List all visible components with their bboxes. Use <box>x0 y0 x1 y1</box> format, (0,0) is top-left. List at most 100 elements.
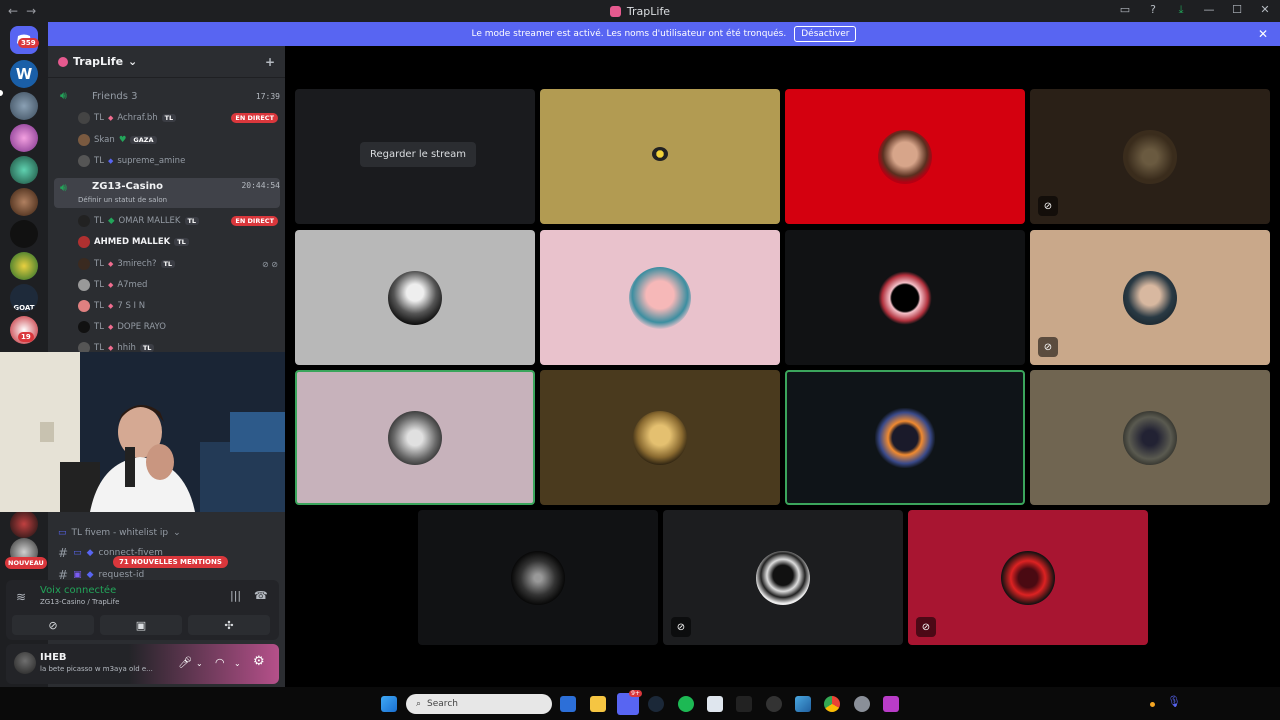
file-explorer-icon[interactable] <box>590 696 606 712</box>
stream-tile[interactable]: Regarder le stream <box>295 89 535 224</box>
heart-icon: ♥ <box>118 135 127 145</box>
settings-icon[interactable] <box>854 696 870 712</box>
voice-member[interactable]: AHMED MALLEK TL <box>78 233 278 251</box>
server-header[interactable]: TrapLife ⌄ + <box>48 46 285 78</box>
participant-tile[interactable]: ⊘ <box>663 510 903 645</box>
participant-tile[interactable] <box>785 89 1025 224</box>
participant-tile[interactable]: ⊘ <box>908 510 1148 645</box>
watch-stream-button[interactable]: Regarder le stream <box>360 142 477 167</box>
steam-icon[interactable] <box>648 696 664 712</box>
activities-button[interactable]: ✣ <box>188 615 270 635</box>
server-goat[interactable]: GOAT <box>10 284 38 312</box>
noise-suppression-icon[interactable]: ||| <box>230 589 241 602</box>
live-badge: EN DIRECT <box>231 216 278 226</box>
voice-member[interactable]: TL ◆ Achraf.bh TL EN DIRECT <box>78 109 278 127</box>
voice-member[interactable]: TL ◆ 7 S I N <box>78 297 278 315</box>
new-servers-pill[interactable]: NOUVEAU <box>5 557 47 569</box>
participant-tile[interactable] <box>540 230 780 365</box>
photos-icon[interactable] <box>795 696 811 712</box>
category-name: TL fivem - whitelist ip <box>71 528 169 538</box>
dot-icon: ◆ <box>107 344 114 352</box>
server-icon-6[interactable] <box>10 220 38 248</box>
app-icon[interactable] <box>736 696 752 712</box>
screen-share-button[interactable]: ▣ <box>100 615 182 635</box>
inbox-icon[interactable]: ▭ <box>1118 3 1132 17</box>
participant-tile[interactable] <box>295 370 535 505</box>
maximize-button[interactable]: ☐ <box>1230 3 1244 17</box>
channel-category[interactable]: ▭ TL fivem - whitelist ip ⌄ <box>58 528 283 538</box>
app-icon-2[interactable] <box>766 696 782 712</box>
voice-channel-name: Friends 3 <box>92 90 138 102</box>
chevron-down-icon[interactable]: ⌄ <box>234 659 241 668</box>
voice-member[interactable]: TL ◆ supreme_amine <box>78 152 278 170</box>
participant-tile[interactable]: ⊘ <box>1030 89 1270 224</box>
speaker-icon: 🔊︎ <box>60 89 67 102</box>
microphone-icon[interactable]: 🎤︎ <box>178 656 192 669</box>
notepad-icon[interactable] <box>707 696 723 712</box>
webcam-overlay <box>0 352 285 512</box>
voice-member[interactable]: TL ◆ A7med <box>78 276 278 294</box>
dot-icon: ◆ <box>107 157 114 165</box>
windows-start-icon[interactable] <box>381 696 397 712</box>
window-title: TrapLife <box>0 5 1280 18</box>
minimize-button[interactable]: — <box>1202 3 1216 17</box>
taskbar-search[interactable]: ⌕ Search <box>406 694 552 714</box>
spotify-icon[interactable] <box>678 696 694 712</box>
username[interactable]: IHEB <box>40 652 67 663</box>
channel-status[interactable]: Définir un statut de salon <box>78 196 167 204</box>
server-icon-7[interactable] <box>10 252 38 280</box>
status-dot-icon <box>1150 702 1155 707</box>
discord-taskbar-icon[interactable]: 9+ <box>617 690 642 715</box>
mic-tray-icon[interactable]: 🎙︎ <box>1167 695 1181 708</box>
participant-tile[interactable] <box>540 370 780 505</box>
server-icon-4[interactable] <box>10 156 38 184</box>
voice-channel-path[interactable]: ZG13-Casino / TrapLife <box>40 598 119 606</box>
participant-tile[interactable] <box>785 230 1025 365</box>
chrome-icon[interactable] <box>824 696 840 712</box>
participant-tile[interactable] <box>540 89 780 224</box>
banner-close-icon[interactable]: ✕ <box>1258 27 1268 41</box>
voice-member[interactable]: TL ◆ DOPE RAYO <box>78 318 278 336</box>
invite-people-icon[interactable]: + <box>265 55 275 69</box>
voice-connected-label[interactable]: Voix connectée <box>40 585 116 596</box>
server-icon-3[interactable] <box>10 124 38 152</box>
server-icon-2[interactable] <box>10 92 38 120</box>
participant-tile[interactable] <box>785 370 1025 505</box>
signal-icon[interactable]: ≋ <box>16 590 26 604</box>
participant-tile[interactable] <box>418 510 658 645</box>
download-icon[interactable]: ⤓ <box>1174 3 1188 17</box>
member-name: Achraf.bh <box>117 113 158 123</box>
monitor-icon: ▭ <box>73 548 82 558</box>
disable-streamer-mode-button[interactable]: Désactiver <box>794 26 857 42</box>
avatar <box>78 134 90 146</box>
voice-member[interactable]: TL ◆ 3mirech? TL ⊘ ⊘ <box>78 255 278 273</box>
help-icon[interactable]: ? <box>1146 3 1160 17</box>
voice-channel-zg13-casino[interactable]: 🔊︎ ZG13-Casino 20:44:54 Définir un statu… <box>54 178 280 208</box>
server-icon-5[interactable] <box>10 188 38 216</box>
close-window-button[interactable]: ✕ <box>1258 3 1272 17</box>
new-mentions-pill[interactable]: 71 NOUVELLES MENTIONS <box>113 556 228 568</box>
screen-share-icon: ▣ <box>135 618 147 632</box>
participant-tile[interactable] <box>295 230 535 365</box>
store-icon[interactable] <box>560 696 576 712</box>
avatar <box>633 410 687 465</box>
voice-stage: Regarder le stream ⊘ ⊘ ⊘ ⊘ <box>285 46 1280 687</box>
voice-member[interactable]: TL ◆ OMAR MALLEK TL EN DIRECT <box>78 212 278 230</box>
server-icon-10[interactable] <box>10 510 38 538</box>
avatar <box>878 129 932 184</box>
participant-tile[interactable]: ⊘ <box>1030 230 1270 365</box>
disconnect-icon[interactable]: ☎ <box>254 589 268 602</box>
avatar[interactable] <box>14 652 36 674</box>
voice-member[interactable]: Skan ♥ GAZA <box>78 131 278 149</box>
member-name: 7 S I N <box>117 301 146 311</box>
gear-icon[interactable]: ⚙ <box>253 654 265 669</box>
member-name: DOPE RAYO <box>117 322 166 332</box>
headphones-icon[interactable]: ◠ <box>215 656 225 669</box>
participant-tile[interactable] <box>1030 370 1270 505</box>
chevron-down-icon[interactable]: ⌄ <box>196 659 203 668</box>
hash-icon: # <box>58 546 69 560</box>
server-w[interactable]: W <box>10 60 38 88</box>
voice-channel-friends3[interactable]: 🔊︎ Friends 3 17:39 <box>54 86 280 106</box>
camera-off-button[interactable]: ⊘ <box>12 615 94 635</box>
app-icon-3[interactable] <box>883 696 899 712</box>
